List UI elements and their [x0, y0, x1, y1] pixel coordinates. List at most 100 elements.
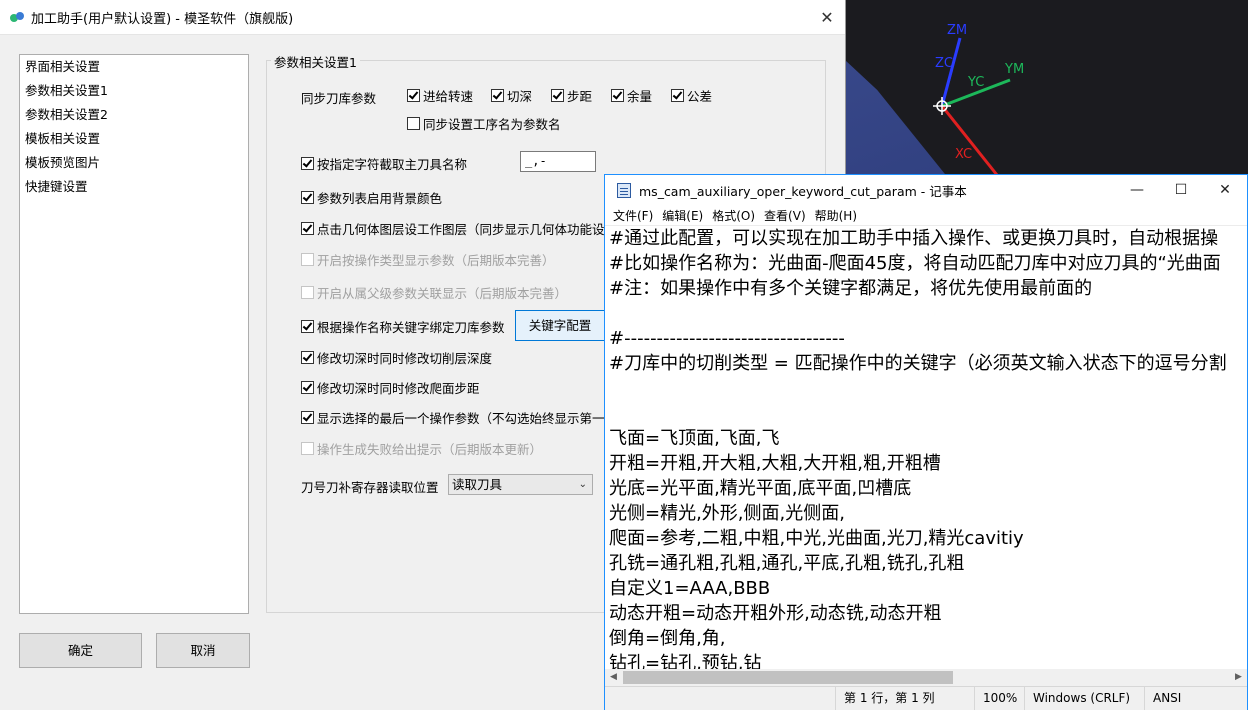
- notepad-menubar: 文件(F) 编辑(E) 格式(O) 查看(V) 帮助(H): [605, 205, 1247, 225]
- maximize-icon[interactable]: ☐: [1159, 182, 1203, 198]
- menu-format[interactable]: 格式(O): [708, 207, 760, 224]
- text-line: 孔铣=通孔粗,孔粗,通孔,平底,孔粗,铣孔,孔粗: [609, 553, 965, 574]
- checkbox-label: 显示选择的最后一个操作参数（不勾选始终显示第一个: [317, 411, 618, 426]
- cut-layer-depth-checkbox[interactable]: 修改切深时同时修改切削层深度: [301, 348, 492, 367]
- close-icon[interactable]: ✕: [1203, 182, 1247, 198]
- cursor-position: 第 1 行，第 1 列: [835, 687, 935, 710]
- checkbox-box[interactable]: [301, 411, 314, 424]
- sync-feed-speed-checkbox[interactable]: 进给转速: [407, 86, 473, 105]
- checkbox-box[interactable]: [301, 253, 314, 266]
- keyword-bind-checkbox[interactable]: 根据操作名称关键字绑定刀库参数: [301, 317, 505, 336]
- checkbox-box[interactable]: [301, 381, 314, 394]
- checkbox-box[interactable]: [671, 89, 684, 102]
- ok-button[interactable]: 确定: [19, 633, 142, 668]
- checkbox-box[interactable]: [301, 442, 314, 455]
- text-line: 钻孔=钻孔,预钻,钻: [609, 653, 762, 670]
- nav-item-shortcuts[interactable]: 快捷键设置: [20, 175, 248, 199]
- text-line: #----------------------------------: [609, 328, 845, 349]
- yc-axis: [941, 89, 986, 107]
- checkbox-label: 步距: [567, 89, 593, 104]
- sync-stock-checkbox[interactable]: 余量: [611, 86, 652, 105]
- checkbox-box[interactable]: [301, 191, 314, 204]
- zc-label: ZC: [935, 56, 953, 71]
- chevron-down-icon: ⌄: [578, 479, 587, 490]
- text-line: 光底=光平面,精光平面,底平面,凹槽底: [609, 478, 912, 499]
- text-line: #通过此配置，可以实现在加工助手中插入操作、或更换刀具时，自动根据操: [609, 228, 1219, 249]
- checkbox-label: 进给转速: [423, 89, 474, 104]
- nav-item-ui[interactable]: 界面相关设置: [20, 55, 248, 79]
- checkbox-label: 修改切深时同时修改切削层深度: [317, 351, 493, 366]
- dialog-title: 加工助手(用户默认设置) - 模圣软件（旗舰版): [31, 11, 294, 27]
- sync-stepover-checkbox[interactable]: 步距: [551, 86, 592, 105]
- checkbox-box[interactable]: [407, 117, 420, 130]
- tool-name-split-checkbox[interactable]: 按指定字符截取主刀具名称: [301, 154, 467, 173]
- checkbox-box[interactable]: [301, 320, 314, 333]
- notepad-titlebar[interactable]: ms_cam_auxiliary_oper_keyword_cut_param …: [605, 175, 1247, 205]
- tool-register-label: 刀号刀补寄存器读取位置: [301, 480, 439, 495]
- sync-label: 同步刀库参数: [301, 91, 377, 106]
- checkbox-label: 同步设置工序名为参数名: [423, 117, 561, 132]
- dialog-titlebar[interactable]: 加工助手(用户默认设置) - 模圣软件（旗舰版) ✕: [0, 0, 845, 35]
- text-line: [605, 376, 1247, 401]
- nav-item-template[interactable]: 模板相关设置: [20, 127, 248, 151]
- notepad-icon: [617, 182, 631, 198]
- text-line: #比如操作名称为：光曲面-爬面45度，将自动匹配刀库中对应刀具的“光曲面: [609, 253, 1221, 274]
- settings-nav-list[interactable]: 界面相关设置 参数相关设置1 参数相关设置2 模板相关设置 模板预览图片 快捷键…: [19, 54, 249, 614]
- checkbox-box[interactable]: [301, 157, 314, 170]
- menu-file[interactable]: 文件(F): [609, 207, 658, 224]
- show-last-op-checkbox[interactable]: 显示选择的最后一个操作参数（不勾选始终显示第一个: [301, 408, 617, 427]
- notepad-statusbar: 第 1 行，第 1 列 100% Windows (CRLF) ANSI: [605, 686, 1247, 710]
- checkbox-label: 修改切深时同时修改爬面步距: [317, 381, 480, 396]
- separator-input[interactable]: _,-: [520, 151, 596, 172]
- checkbox-box[interactable]: [301, 286, 314, 299]
- nav-item-template-preview[interactable]: 模板预览图片: [20, 151, 248, 175]
- menu-edit[interactable]: 编辑(E): [658, 207, 708, 224]
- axis-triad: ZM ZC YC YM XC: [933, 23, 1024, 176]
- nav-item-params-1[interactable]: 参数相关设置1: [20, 79, 248, 103]
- checkbox-box[interactable]: [551, 89, 564, 102]
- checkbox-box[interactable]: [611, 89, 624, 102]
- text-line: 自定义1=AAA,BBB: [609, 578, 771, 599]
- checkbox-box[interactable]: [491, 89, 504, 102]
- list-bg-color-checkbox[interactable]: 参数列表启用背景颜色: [301, 188, 442, 207]
- checkbox-box[interactable]: [301, 351, 314, 364]
- menu-help[interactable]: 帮助(H): [811, 207, 862, 224]
- keyword-config-button[interactable]: 关键字配置: [515, 310, 605, 341]
- checkbox-label: 根据操作名称关键字绑定刀库参数: [317, 320, 505, 335]
- tool-register-select[interactable]: 读取刀具 ⌄: [448, 474, 593, 495]
- text-line: 光侧=精光,外形,侧面,光侧面,: [609, 503, 845, 524]
- scroll-left-icon[interactable]: ◀: [605, 669, 622, 686]
- scroll-thumb[interactable]: [623, 671, 953, 684]
- checkbox-label: 切深: [507, 89, 533, 104]
- sync-op-name-checkbox[interactable]: 同步设置工序名为参数名: [407, 114, 561, 133]
- checkbox-box[interactable]: [301, 222, 314, 235]
- checkbox-box[interactable]: [407, 89, 420, 102]
- zoom-level: 100%: [974, 687, 1017, 710]
- geometry-layer-checkbox[interactable]: 点击几何体图层设工作图层（同步显示几何体功能设置: [301, 219, 617, 238]
- climb-step-checkbox[interactable]: 修改切深时同时修改爬面步距: [301, 378, 480, 397]
- menu-view[interactable]: 查看(V): [760, 207, 811, 224]
- nav-item-params-2[interactable]: 参数相关设置2: [20, 103, 248, 127]
- ym-label: YM: [1004, 62, 1024, 77]
- notepad-title: ms_cam_auxiliary_oper_keyword_cut_param …: [639, 183, 967, 199]
- parent-params-checkbox[interactable]: 开启从属父级参数关联显示（后期版本完善）: [301, 283, 567, 302]
- encoding: ANSI: [1144, 687, 1181, 710]
- scroll-right-icon[interactable]: ▶: [1230, 669, 1247, 686]
- sync-cut-depth-checkbox[interactable]: 切深: [491, 86, 532, 105]
- notepad-text-area[interactable]: #通过此配置，可以实现在加工助手中插入操作、或更换刀具时，自动根据操 #比如操作…: [605, 225, 1247, 670]
- sync-tolerance-checkbox[interactable]: 公差: [671, 86, 712, 105]
- text-line: 倒角=倒角,角,: [609, 628, 726, 649]
- close-icon[interactable]: ✕: [809, 8, 845, 27]
- op-fail-prompt-checkbox[interactable]: 操作生成失败给出提示（后期版本更新）: [301, 439, 542, 458]
- xc-label: XC: [955, 147, 972, 162]
- horizontal-scrollbar[interactable]: ◀ ▶: [605, 669, 1247, 686]
- yc-label: YC: [967, 75, 984, 90]
- checkbox-label: 余量: [627, 89, 653, 104]
- text-line: 爬面=参考,二粗,中粗,中光,光曲面,光刀,精光cavitiy: [609, 528, 1024, 549]
- op-type-params-checkbox[interactable]: 开启按操作类型显示参数（后期版本完善）: [301, 250, 555, 269]
- text-line: 飞面=飞顶面,飞面,飞: [609, 428, 780, 449]
- notepad-window: ms_cam_auxiliary_oper_keyword_cut_param …: [604, 174, 1248, 710]
- cancel-button[interactable]: 取消: [156, 633, 250, 668]
- minimize-icon[interactable]: —: [1115, 182, 1159, 198]
- checkbox-label: 点击几何体图层设工作图层（同步显示几何体功能设置: [317, 222, 618, 237]
